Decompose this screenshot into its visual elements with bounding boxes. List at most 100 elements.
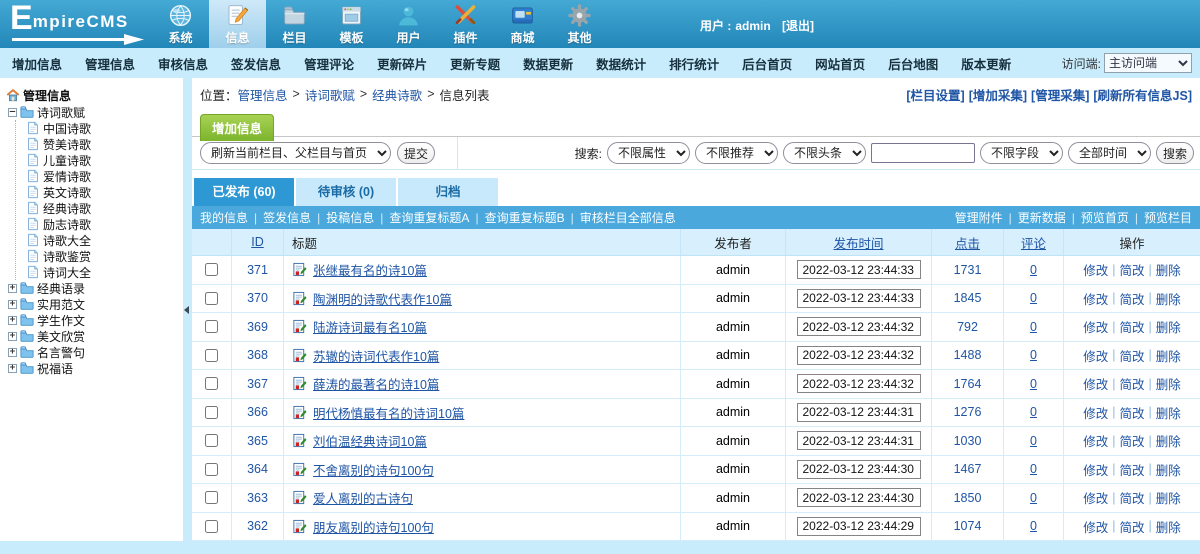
row-op-修改[interactable]: 修改 — [1083, 289, 1108, 308]
tree-leaf-诗歌鉴赏[interactable]: 诗歌鉴赏 — [26, 248, 181, 264]
row-time-input[interactable] — [797, 431, 921, 450]
topnav-item-商城[interactable]: 商城 — [494, 0, 551, 48]
row-time-input[interactable] — [797, 346, 921, 365]
row-id-link[interactable]: 363 — [247, 491, 268, 505]
row-comments-link[interactable]: 0 — [1030, 462, 1037, 476]
refresh-scope-select[interactable]: 刷新当前栏目、父栏目与首页 — [200, 142, 391, 164]
search-select-不限属性[interactable]: 不限属性 — [607, 142, 690, 164]
row-op-修改[interactable]: 修改 — [1083, 403, 1108, 422]
tree-leaf-励志诗歌[interactable]: 励志诗歌 — [26, 216, 181, 232]
tree-node-学生作文[interactable]: +学生作文 — [8, 312, 181, 328]
action-link-我的信息[interactable]: 我的信息 — [200, 211, 248, 225]
subnav-item-版本更新[interactable]: 版本更新 — [961, 54, 1011, 73]
access-terminal-select[interactable]: 主访问端 — [1104, 53, 1192, 73]
row-time-input[interactable] — [797, 488, 921, 507]
action-link-审核栏目全部信息[interactable]: 审核栏目全部信息 — [580, 211, 676, 225]
row-id-link[interactable]: 367 — [247, 377, 268, 391]
tree-node-美文欣赏[interactable]: +美文欣赏 — [8, 328, 181, 344]
search-select-不限字段[interactable]: 不限字段 — [980, 142, 1063, 164]
row-id-link[interactable]: 369 — [247, 320, 268, 334]
row-checkbox[interactable] — [205, 320, 218, 333]
row-checkbox[interactable] — [205, 491, 218, 504]
row-title-link[interactable]: 明代杨慎最有名的诗词10篇 — [313, 403, 464, 422]
page-action-栏目设置[interactable]: [栏目设置] — [906, 89, 964, 103]
row-op-修改[interactable]: 修改 — [1083, 460, 1108, 479]
row-checkbox[interactable] — [205, 263, 218, 276]
topnav-item-栏目[interactable]: 栏目 — [266, 0, 323, 48]
topnav-item-模板[interactable]: 模板 — [323, 0, 380, 48]
tab-归档[interactable]: 归档 — [398, 178, 498, 206]
row-checkbox[interactable] — [205, 377, 218, 390]
subnav-item-管理信息[interactable]: 管理信息 — [85, 54, 135, 73]
tree-leaf-诗词大全[interactable]: 诗词大全 — [26, 264, 181, 280]
row-op-删除[interactable]: 删除 — [1156, 374, 1181, 393]
row-op-删除[interactable]: 删除 — [1156, 517, 1181, 536]
page-action-刷新所有信息JS[interactable]: [刷新所有信息JS] — [1093, 89, 1192, 103]
subnav-item-数据更新[interactable]: 数据更新 — [523, 54, 573, 73]
row-op-简改[interactable]: 简改 — [1119, 317, 1144, 336]
action-link-预览栏目[interactable]: 预览栏目 — [1144, 211, 1192, 225]
collapse-node-icon[interactable]: – — [8, 108, 17, 117]
expand-node-icon[interactable]: + — [8, 348, 17, 357]
search-button[interactable]: 搜索 — [1156, 142, 1194, 164]
submit-button[interactable]: 提交 — [397, 142, 435, 164]
row-id-link[interactable]: 370 — [247, 291, 268, 305]
row-checkbox[interactable] — [205, 292, 218, 305]
action-link-更新数据[interactable]: 更新数据 — [1018, 211, 1066, 225]
row-comments-link[interactable]: 0 — [1030, 519, 1037, 533]
row-time-input[interactable] — [797, 374, 921, 393]
row-comments-link[interactable]: 0 — [1030, 348, 1037, 362]
row-op-简改[interactable]: 简改 — [1119, 260, 1144, 279]
row-op-删除[interactable]: 删除 — [1156, 431, 1181, 450]
row-comments-link[interactable]: 0 — [1030, 491, 1037, 505]
row-id-link[interactable]: 371 — [247, 263, 268, 277]
row-time-input[interactable] — [797, 460, 921, 479]
tab-待审核 (0)[interactable]: 待审核 (0) — [296, 178, 396, 206]
row-checkbox[interactable] — [205, 349, 218, 362]
search-select-不限推荐[interactable]: 不限推荐 — [695, 142, 778, 164]
header-sort-link-ID[interactable]: ID — [251, 235, 264, 249]
row-op-简改[interactable]: 简改 — [1119, 488, 1144, 507]
row-op-简改[interactable]: 简改 — [1119, 460, 1144, 479]
logout-link[interactable]: [退出] — [782, 19, 814, 33]
expand-node-icon[interactable]: + — [8, 284, 17, 293]
topnav-item-其他[interactable]: 其他 — [551, 0, 608, 48]
row-op-删除[interactable]: 删除 — [1156, 289, 1181, 308]
tree-leaf-诗歌大全[interactable]: 诗歌大全 — [26, 232, 181, 248]
header-cell-点击[interactable]: 点击 — [932, 229, 1004, 255]
action-link-投稿信息[interactable]: 投稿信息 — [326, 211, 374, 225]
search-select-不限头条[interactable]: 不限头条 — [783, 142, 866, 164]
expand-node-icon[interactable]: + — [8, 316, 17, 325]
row-checkbox[interactable] — [205, 520, 218, 533]
row-title-link[interactable]: 苏辙的诗词代表作10篇 — [313, 346, 439, 365]
topnav-item-系统[interactable]: 系统 — [152, 0, 209, 48]
add-info-button[interactable]: 增加信息 — [200, 114, 274, 141]
subnav-item-增加信息[interactable]: 增加信息 — [12, 54, 62, 73]
row-op-修改[interactable]: 修改 — [1083, 488, 1108, 507]
action-link-预览首页[interactable]: 预览首页 — [1081, 211, 1129, 225]
expand-node-icon[interactable]: + — [8, 364, 17, 373]
row-op-删除[interactable]: 删除 — [1156, 460, 1181, 479]
expand-node-icon[interactable]: + — [8, 332, 17, 341]
action-link-查询重复标题B[interactable]: 查询重复标题B — [485, 211, 565, 225]
header-cell-评论[interactable]: 评论 — [1004, 229, 1064, 255]
row-comments-link[interactable]: 0 — [1030, 434, 1037, 448]
row-op-修改[interactable]: 修改 — [1083, 317, 1108, 336]
subnav-item-排行统计[interactable]: 排行统计 — [669, 54, 719, 73]
subnav-item-更新专题[interactable]: 更新专题 — [450, 54, 500, 73]
tree-leaf-赞美诗歌[interactable]: 赞美诗歌 — [26, 136, 181, 152]
row-time-input[interactable] — [797, 289, 921, 308]
row-checkbox[interactable] — [205, 463, 218, 476]
row-time-input[interactable] — [797, 517, 921, 536]
row-op-修改[interactable]: 修改 — [1083, 517, 1108, 536]
page-action-增加采集[interactable]: [增加采集] — [969, 89, 1027, 103]
topnav-item-用户[interactable]: 用户 — [380, 0, 437, 48]
row-title-link[interactable]: 不舍离别的诗句100句 — [313, 460, 434, 479]
row-comments-link[interactable]: 0 — [1030, 377, 1037, 391]
row-time-input[interactable] — [797, 317, 921, 336]
row-id-link[interactable]: 365 — [247, 434, 268, 448]
tree-leaf-儿童诗歌[interactable]: 儿童诗歌 — [26, 152, 181, 168]
row-time-input[interactable] — [797, 403, 921, 422]
tab-已发布 (60)[interactable]: 已发布 (60) — [194, 178, 294, 206]
row-title-link[interactable]: 张继最有名的诗10篇 — [313, 260, 427, 279]
